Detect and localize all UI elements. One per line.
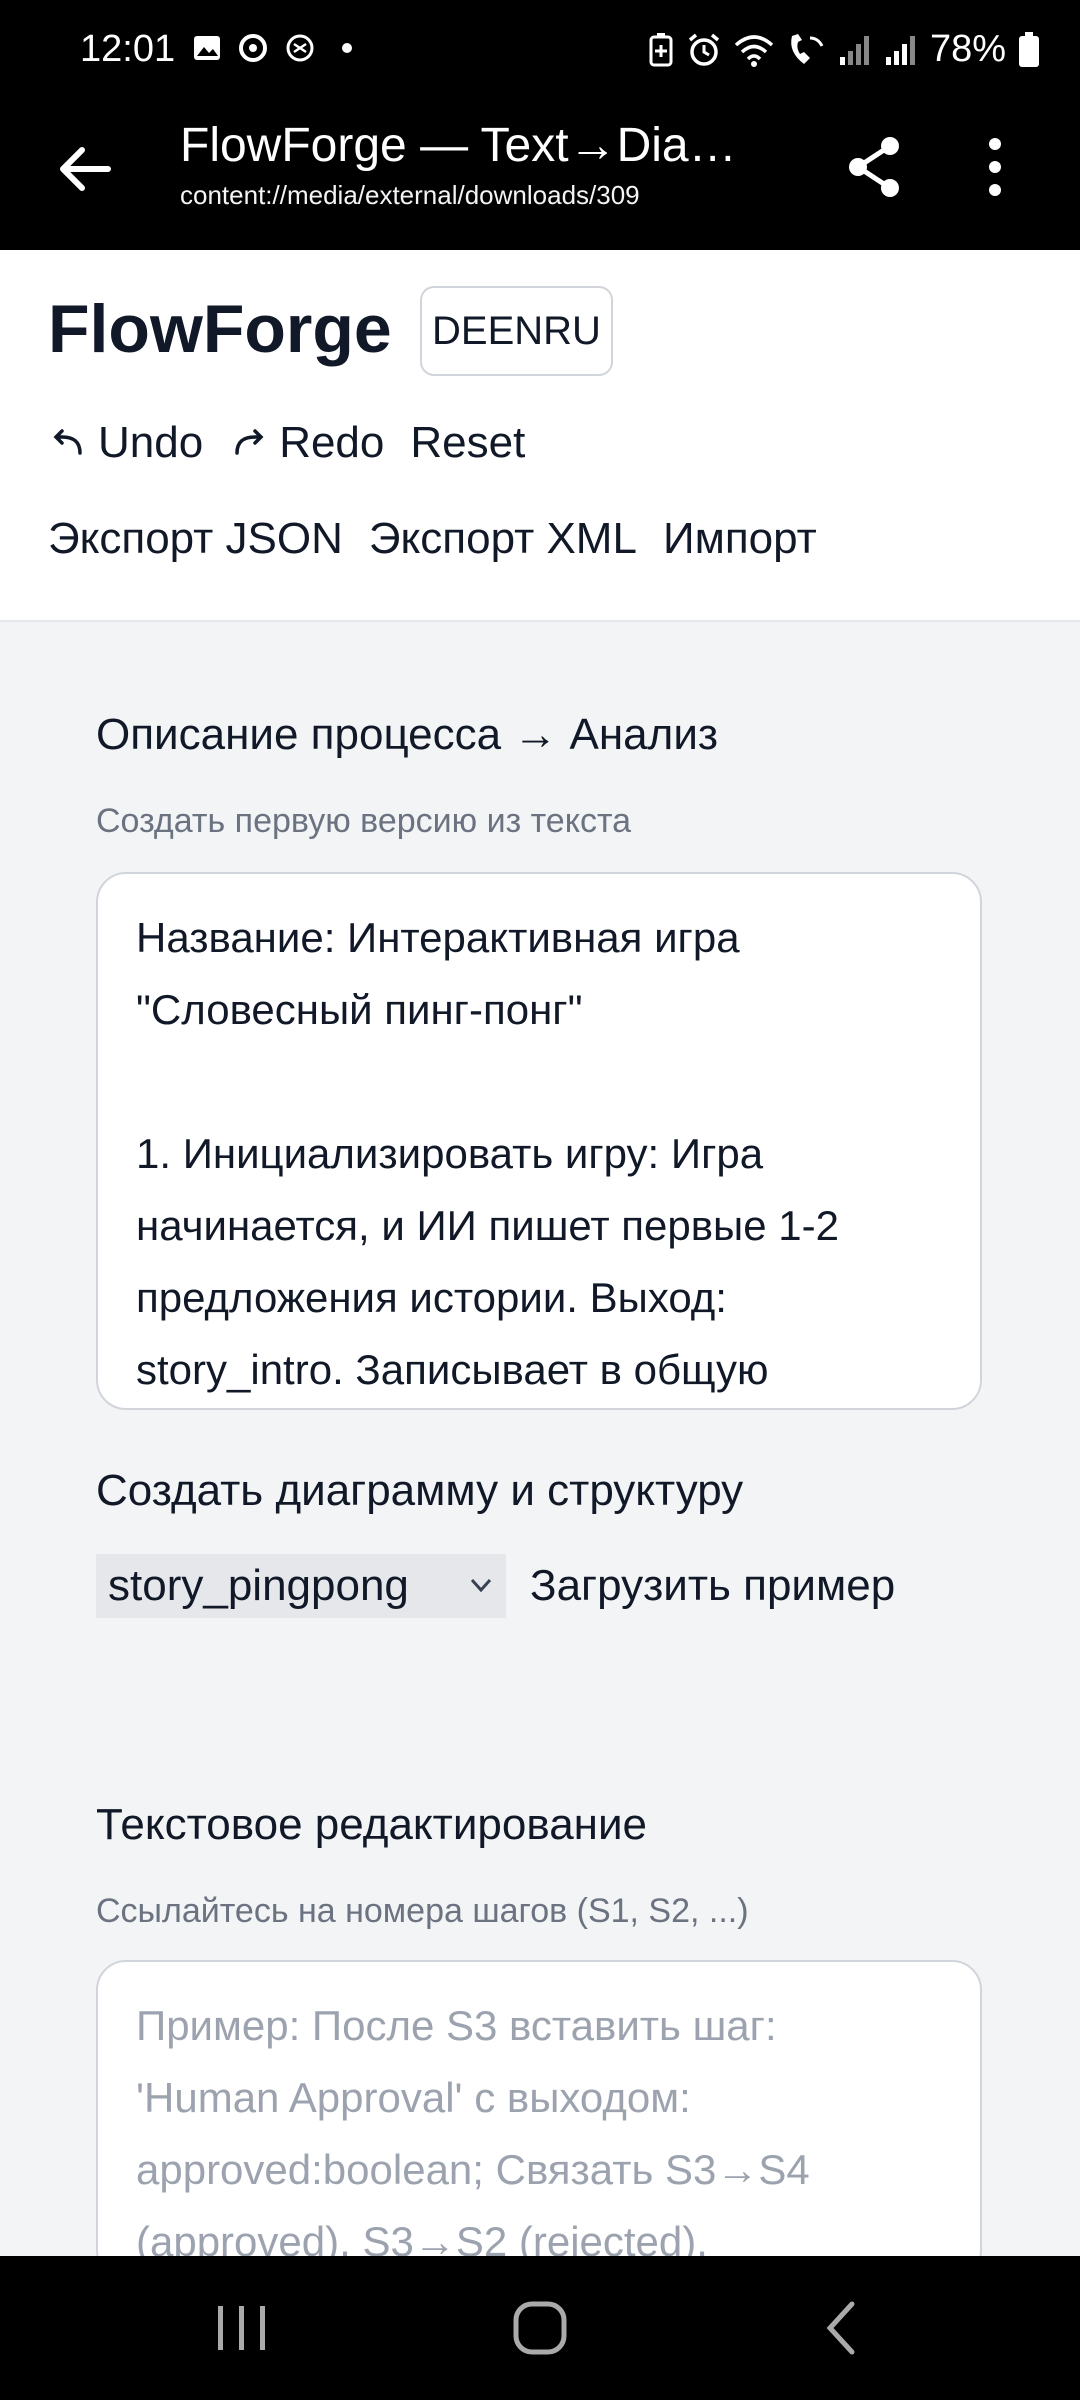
notification-icons (192, 32, 362, 64)
battery-icon (1019, 31, 1039, 67)
signal-icon (839, 35, 869, 65)
reset-button[interactable]: Reset (410, 418, 525, 468)
editing-title: Текстовое редактирование (96, 1800, 648, 1849)
load-example-button[interactable]: Загрузить пример (530, 1554, 895, 1618)
app-header: FlowForge DEENRU Undo Redo Reset Экспорт… (0, 250, 1080, 622)
history-toolbar: Undo Redo Reset (48, 418, 525, 468)
editing-subtitle: Ссылайтесь на номера шагов (S1, S2, ...) (96, 1892, 749, 1930)
back-arrow-icon[interactable] (50, 134, 120, 204)
dot-icon (342, 43, 352, 53)
page-url: content://media/external/downloads/309 (180, 180, 640, 210)
create-diagram-button[interactable]: Создать диаграмму и структуру (96, 1466, 743, 1516)
sync-icon (239, 34, 267, 62)
redo-label: Redo (279, 418, 385, 467)
signal-icon (885, 35, 915, 65)
system-status: 78% (648, 28, 1040, 71)
example-selected-value: story_pingpong (108, 1561, 409, 1610)
status-bar: 12:01 78% (0, 0, 1080, 104)
file-toolbar: Экспорт JSON Экспорт XML Импорт (48, 514, 817, 564)
import-button[interactable]: Импорт (663, 514, 817, 564)
image-icon (194, 36, 220, 60)
more-options-icon[interactable] (965, 132, 1025, 202)
analysis-subtitle: Создать первую версию из текста (96, 802, 632, 840)
status-time: 12:01 (80, 28, 176, 70)
app-bar: FlowForge — Text→Diagr… content://media/… (0, 104, 1080, 250)
export-json-button[interactable]: Экспорт JSON (48, 514, 343, 564)
battery-percent: 78% (929, 28, 1006, 70)
wifi-icon (734, 34, 774, 67)
redo-button[interactable]: Redo (229, 418, 384, 468)
battery-saver-icon (649, 32, 673, 66)
chatgpt-icon (286, 34, 314, 62)
wifi-call-icon (791, 33, 824, 64)
language-switcher[interactable]: DEENRU (420, 286, 613, 376)
alarm-icon (688, 33, 720, 66)
process-description-input[interactable]: Название: Интерактивная игра "Словесный … (96, 872, 982, 1410)
export-xml-button[interactable]: Экспорт XML (369, 514, 637, 564)
example-select[interactable]: story_pingpong (96, 1554, 506, 1618)
undo-button[interactable]: Undo (48, 418, 203, 468)
redo-icon (235, 429, 264, 455)
chevron-down-icon (470, 1578, 492, 1593)
brand-logo: FlowForge (48, 291, 392, 367)
recent-apps-icon[interactable] (210, 2296, 274, 2360)
text-edit-input[interactable]: Пример: После S3 вставить шаг: 'Human Ap… (96, 1960, 982, 2280)
undo-icon (53, 429, 82, 455)
home-icon[interactable] (508, 2296, 572, 2360)
page-title: FlowForge — Text→Diagr… (180, 119, 760, 172)
undo-label: Undo (98, 418, 204, 467)
system-nav-bar (0, 2256, 1080, 2400)
analysis-title: Описание процесса → Анализ (96, 710, 719, 759)
back-nav-icon[interactable] (810, 2296, 874, 2360)
share-icon[interactable] (840, 132, 910, 202)
